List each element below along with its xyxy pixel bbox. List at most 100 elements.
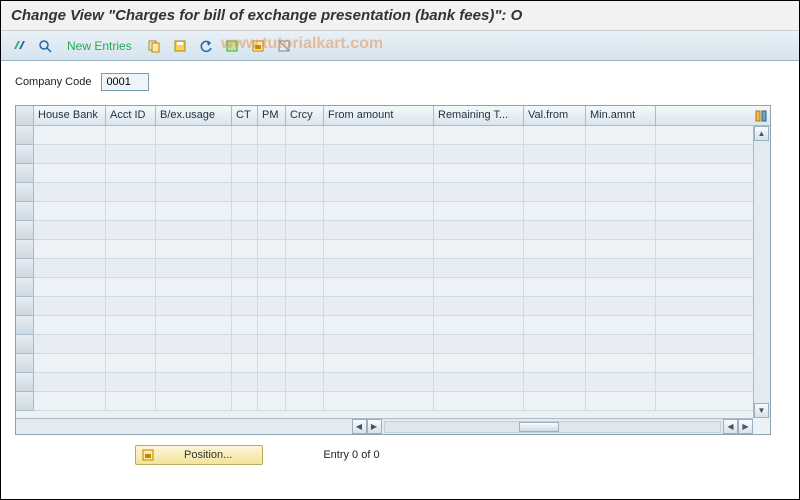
cell[interactable] [156,164,232,183]
cell[interactable] [232,259,258,278]
table-row[interactable] [16,221,770,240]
cell[interactable] [524,335,586,354]
cell[interactable] [258,259,286,278]
deselect-all-icon[interactable] [274,36,294,56]
cell[interactable] [434,164,524,183]
cell[interactable] [434,202,524,221]
cell[interactable] [286,164,324,183]
cell[interactable] [156,183,232,202]
cell[interactable] [106,126,156,145]
cell[interactable] [434,392,524,411]
cell[interactable] [258,145,286,164]
cell[interactable] [434,278,524,297]
copy-icon[interactable] [144,36,164,56]
cell[interactable] [324,202,434,221]
scroll-down-icon[interactable]: ▼ [754,403,769,418]
cell[interactable] [34,145,106,164]
cell[interactable] [106,183,156,202]
cell[interactable] [156,335,232,354]
cell[interactable] [324,221,434,240]
cell[interactable] [156,278,232,297]
cell[interactable] [258,335,286,354]
cell[interactable] [586,145,656,164]
row-selector-header[interactable] [16,106,34,126]
cell[interactable] [286,126,324,145]
row-selector[interactable] [16,373,34,392]
cell[interactable] [34,373,106,392]
cell[interactable] [258,221,286,240]
row-selector[interactable] [16,164,34,183]
cell[interactable] [286,354,324,373]
cell[interactable] [524,297,586,316]
table-row[interactable] [16,392,770,411]
cell[interactable] [324,335,434,354]
cell[interactable] [258,297,286,316]
cell[interactable] [324,373,434,392]
cell[interactable] [324,259,434,278]
row-selector[interactable] [16,335,34,354]
row-selector[interactable] [16,202,34,221]
cell[interactable] [586,316,656,335]
cell[interactable] [324,297,434,316]
table-row[interactable] [16,164,770,183]
cell[interactable] [586,183,656,202]
cell[interactable] [586,126,656,145]
row-selector[interactable] [16,221,34,240]
vertical-scrollbar[interactable]: ▲ ▼ [753,126,770,418]
column-header[interactable]: B/ex.usage [156,106,232,126]
cell[interactable] [324,126,434,145]
cell[interactable] [232,335,258,354]
table-row[interactable] [16,297,770,316]
row-selector[interactable] [16,278,34,297]
column-header[interactable]: PM [258,106,286,126]
toggle-display-change-icon[interactable] [9,36,29,56]
cell[interactable] [156,240,232,259]
scroll-right2-icon[interactable]: ▶ [738,419,753,434]
cell[interactable] [106,316,156,335]
cell[interactable] [34,335,106,354]
cell[interactable] [286,278,324,297]
scroll-track[interactable] [384,421,722,433]
cell[interactable] [34,354,106,373]
row-selector[interactable] [16,240,34,259]
cell[interactable] [434,297,524,316]
table-row[interactable] [16,316,770,335]
cell[interactable] [324,183,434,202]
cell[interactable] [524,240,586,259]
table-row[interactable] [16,373,770,392]
cell[interactable] [106,221,156,240]
cell[interactable] [232,183,258,202]
cell[interactable] [258,126,286,145]
table-row[interactable] [16,126,770,145]
cell[interactable] [524,354,586,373]
cell[interactable] [434,221,524,240]
cell[interactable] [232,278,258,297]
horizontal-scrollbar[interactable]: ◀ ▶ ◀ ▶ [16,418,753,434]
cell[interactable] [232,221,258,240]
cell[interactable] [156,392,232,411]
cell[interactable] [232,164,258,183]
cell[interactable] [434,259,524,278]
row-selector[interactable] [16,392,34,411]
cell[interactable] [286,335,324,354]
cell[interactable] [156,259,232,278]
cell[interactable] [286,297,324,316]
cell[interactable] [232,240,258,259]
position-button[interactable]: Position... [135,445,263,465]
table-row[interactable] [16,145,770,164]
table-row[interactable] [16,240,770,259]
cell[interactable] [258,392,286,411]
row-selector[interactable] [16,126,34,145]
cell[interactable] [524,259,586,278]
cell[interactable] [524,126,586,145]
cell[interactable] [258,164,286,183]
cell[interactable] [434,145,524,164]
cell[interactable] [156,297,232,316]
table-row[interactable] [16,202,770,221]
row-selector[interactable] [16,316,34,335]
cell[interactable] [286,145,324,164]
cell[interactable] [286,183,324,202]
column-header[interactable]: Val.from [524,106,586,126]
cell[interactable] [286,240,324,259]
cell[interactable] [34,202,106,221]
